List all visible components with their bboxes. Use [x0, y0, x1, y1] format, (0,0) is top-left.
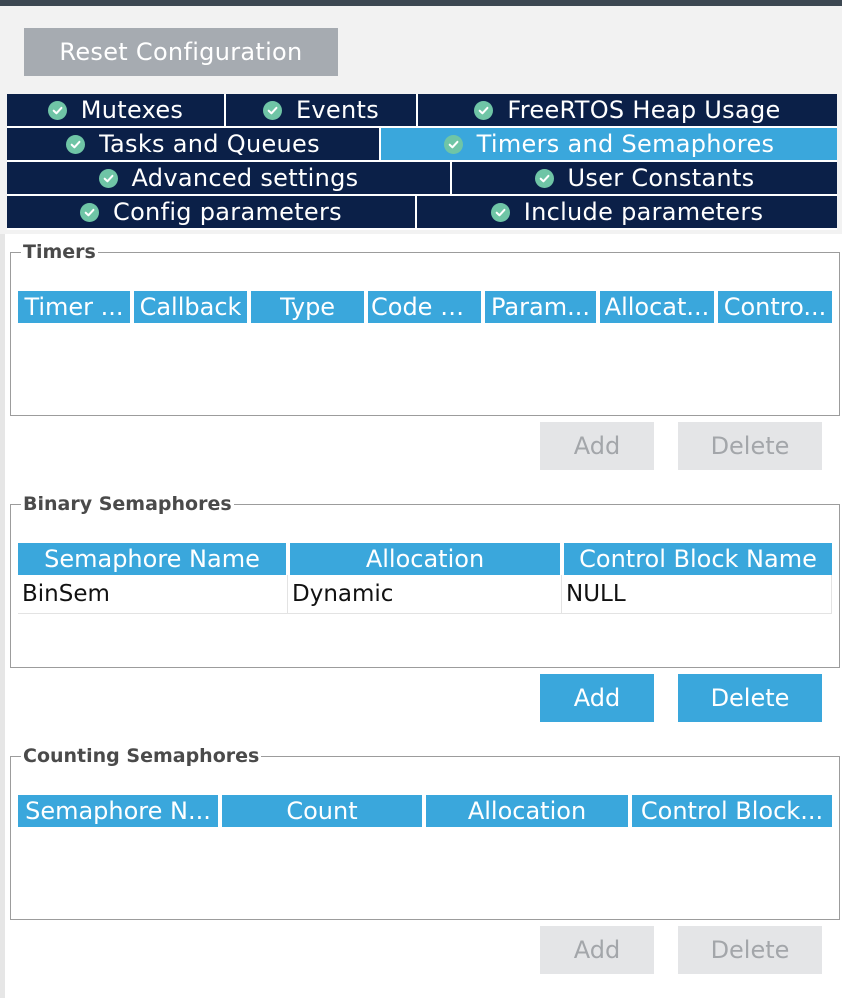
tab-row-3: Advanced settings User Constants: [7, 162, 837, 196]
tab-row-1: Mutexes Events FreeRTOS Heap Usage: [7, 94, 837, 128]
counting-add-button[interactable]: Add: [540, 926, 654, 974]
column-header[interactable]: Callback: [134, 291, 251, 323]
timers-table[interactable]: Timer ... Callback Type Code G... Param.…: [18, 291, 832, 323]
column-header[interactable]: Count: [222, 795, 426, 827]
binary-semaphores-table[interactable]: Semaphore Name Allocation Control Block …: [18, 543, 832, 614]
counting-semaphores-table[interactable]: Semaphore N... Count Allocation Control …: [18, 795, 832, 827]
counting-table-header: Semaphore N... Count Allocation Control …: [18, 795, 832, 827]
check-circle-icon: [80, 202, 100, 222]
table-cell: Dynamic: [288, 575, 562, 613]
column-header[interactable]: Allocation: [426, 795, 632, 827]
check-circle-icon: [534, 168, 554, 188]
check-circle-icon: [47, 100, 67, 120]
timers-add-button[interactable]: Add: [540, 422, 654, 470]
table-row[interactable]: BinSem Dynamic NULL: [18, 575, 832, 614]
timers-delete-button[interactable]: Delete: [678, 422, 822, 470]
column-header[interactable]: Semaphore N...: [18, 795, 222, 827]
tab-label: Include parameters: [523, 198, 764, 226]
tab-timers-and-semaphores[interactable]: Timers and Semaphores: [381, 128, 837, 162]
table-cell: BinSem: [18, 575, 288, 613]
column-header[interactable]: Timer ...: [18, 291, 134, 323]
timers-table-header: Timer ... Callback Type Code G... Param.…: [18, 291, 832, 323]
check-circle-icon: [262, 100, 282, 120]
column-header[interactable]: Type: [251, 291, 368, 323]
column-header[interactable]: Control Block...: [632, 795, 832, 827]
column-header[interactable]: Semaphore Name: [18, 543, 290, 575]
tab-label: Advanced settings: [131, 164, 359, 192]
timers-group-title: Timers: [23, 241, 96, 263]
timers-group: Timers Timer ... Callback Type Code G...…: [10, 242, 840, 416]
tab-user-constants[interactable]: User Constants: [452, 162, 837, 196]
column-header[interactable]: Allocation: [290, 543, 564, 575]
counting-semaphores-group-title: Counting Semaphores: [23, 745, 260, 767]
window-title-bar: [0, 0, 842, 6]
tab-include-parameters[interactable]: Include parameters: [417, 196, 837, 230]
tab-label: Timers and Semaphores: [476, 130, 775, 158]
tab-label: Mutexes: [80, 96, 184, 124]
counting-semaphores-group: Counting Semaphores Semaphore N... Count…: [10, 746, 840, 920]
column-header[interactable]: Control Block Name: [564, 543, 832, 575]
table-cell: NULL: [562, 575, 832, 613]
counting-delete-button[interactable]: Delete: [678, 926, 822, 974]
column-header[interactable]: Allocat...: [600, 291, 718, 323]
tab-label: FreeRTOS Heap Usage: [507, 96, 781, 124]
tab-tasks-and-queues[interactable]: Tasks and Queues: [7, 128, 381, 162]
tab-events[interactable]: Events: [226, 94, 418, 128]
binary-delete-button[interactable]: Delete: [678, 674, 822, 722]
tab-label: User Constants: [567, 164, 755, 192]
tab-content-panel: Timers Timer ... Callback Type Code G...…: [0, 234, 842, 998]
column-header[interactable]: Code G...: [368, 291, 485, 323]
binary-semaphores-group-title: Binary Semaphores: [23, 493, 232, 515]
column-header[interactable]: Param...: [485, 291, 600, 323]
check-circle-icon: [443, 134, 463, 154]
tab-freertos-heap-usage[interactable]: FreeRTOS Heap Usage: [418, 94, 837, 128]
tab-label: Events: [295, 96, 380, 124]
binary-add-button[interactable]: Add: [540, 674, 654, 722]
tab-advanced-settings[interactable]: Advanced settings: [7, 162, 452, 196]
tab-row-2: Tasks and Queues Timers and Semaphores: [7, 128, 837, 162]
tab-config-parameters[interactable]: Config parameters: [7, 196, 417, 230]
config-tabs: Mutexes Events FreeRTOS Heap Usage Tasks…: [7, 94, 837, 230]
tab-row-4: Config parameters Include parameters: [7, 196, 837, 230]
check-circle-icon: [98, 168, 118, 188]
tab-mutexes[interactable]: Mutexes: [7, 94, 226, 128]
tab-label: Tasks and Queues: [99, 130, 320, 158]
check-circle-icon: [474, 100, 494, 120]
binary-table-header: Semaphore Name Allocation Control Block …: [18, 543, 832, 575]
tab-label: Config parameters: [113, 198, 342, 226]
reset-configuration-button[interactable]: Reset Configuration: [24, 28, 338, 76]
check-circle-icon: [66, 134, 86, 154]
column-header[interactable]: Contro...: [718, 291, 832, 323]
check-circle-icon: [490, 202, 510, 222]
binary-semaphores-group: Binary Semaphores Semaphore Name Allocat…: [10, 494, 840, 668]
